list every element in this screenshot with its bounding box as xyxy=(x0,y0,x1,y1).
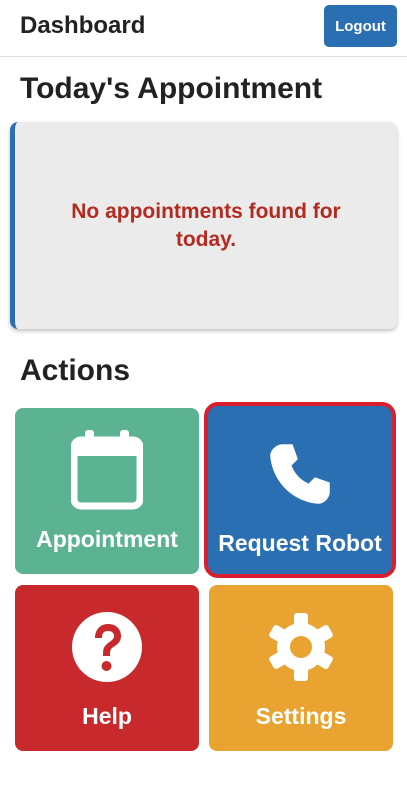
request-robot-tile[interactable]: Request Robot xyxy=(204,402,396,578)
settings-tile[interactable]: Settings xyxy=(209,585,393,751)
appointment-heading: Today's Appointment xyxy=(20,72,323,105)
page-title: Dashboard xyxy=(20,12,146,39)
calendar-icon xyxy=(71,430,143,510)
help-tile-label: Help xyxy=(82,703,132,729)
settings-tile-label: Settings xyxy=(255,703,347,729)
phone-icon xyxy=(266,434,334,514)
request-robot-tile-label: Request Robot xyxy=(218,530,382,556)
appointment-card: No appointments found for today. xyxy=(10,122,397,329)
no-appointments-message: No appointments found for today. xyxy=(71,199,341,251)
actions-heading: Actions xyxy=(20,354,131,387)
logout-button[interactable]: Logout xyxy=(324,5,397,47)
gear-icon xyxy=(265,607,337,687)
appointment-tile[interactable]: Appointment xyxy=(15,408,199,574)
help-tile[interactable]: Help xyxy=(15,585,199,751)
top-bar: Dashboard Logout xyxy=(0,0,407,57)
appointment-tile-label: Appointment xyxy=(36,526,178,552)
question-circle-icon xyxy=(71,607,143,687)
